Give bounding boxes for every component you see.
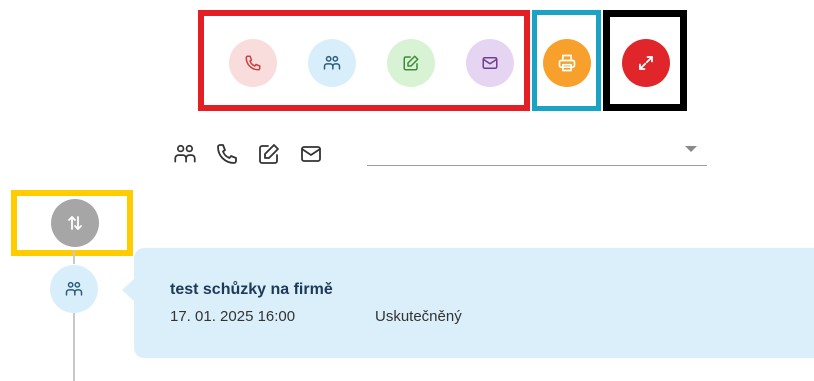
activity-datetime: 17. 01. 2025 16:00 <box>170 308 296 325</box>
print-button[interactable] <box>543 39 591 87</box>
activity-filter-select[interactable] <box>367 134 707 166</box>
activity-title[interactable]: test schůzky na firmě <box>170 281 333 299</box>
filter-note-edit-icon[interactable] <box>257 142 281 166</box>
sort-updown-icon <box>68 216 82 230</box>
meeting-activity-button[interactable] <box>308 39 356 87</box>
timeline-line <box>73 313 75 381</box>
phone-activity-button[interactable] <box>229 39 277 87</box>
filter-phone-icon[interactable] <box>215 142 239 166</box>
activity-status: Uskutečněný <box>375 308 462 325</box>
email-activity-button[interactable] <box>466 39 514 87</box>
phone-icon <box>245 55 261 71</box>
note-activity-button[interactable] <box>387 39 435 87</box>
filter-email-icon[interactable] <box>299 142 323 166</box>
fullscreen-button[interactable] <box>622 39 670 87</box>
email-icon <box>482 57 498 69</box>
timeline-line <box>73 250 75 264</box>
timeline-card[interactable] <box>134 248 814 358</box>
fullscreen-icon <box>639 56 653 70</box>
timeline-item-meeting-marker <box>50 265 98 313</box>
sort-toggle-button[interactable] <box>51 199 99 247</box>
meeting-icon <box>65 281 83 296</box>
filter-meeting-icon[interactable] <box>172 141 198 167</box>
chevron-down-icon <box>685 146 697 152</box>
meeting-icon <box>323 55 341 70</box>
print-icon <box>558 54 576 72</box>
note-edit-icon <box>403 55 419 71</box>
